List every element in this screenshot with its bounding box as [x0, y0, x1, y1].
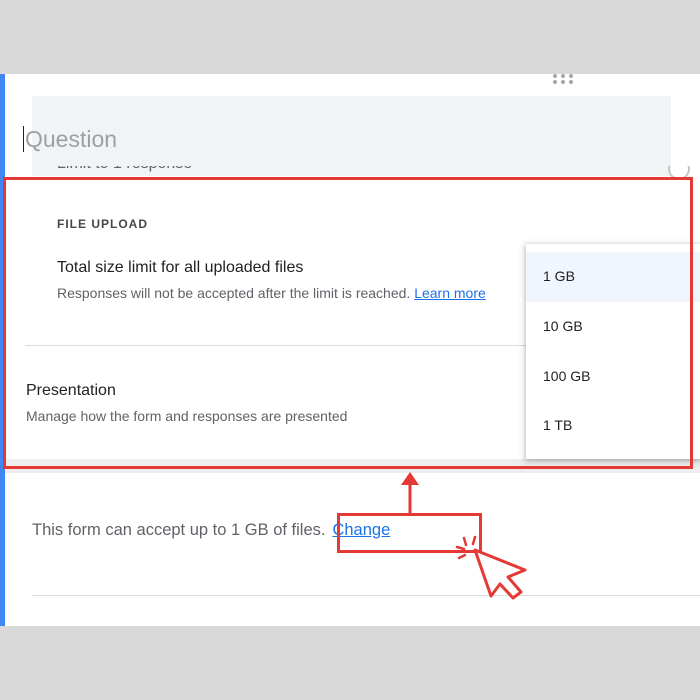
annotation-arrow-up-icon [401, 472, 419, 513]
drag-handle-icon[interactable] [553, 74, 579, 86]
question-title-field[interactable] [32, 96, 671, 176]
annotation-cursor-icon [455, 535, 527, 600]
annotation-highlight-settings [3, 177, 693, 469]
question-title-input[interactable]: Question [23, 126, 117, 152]
bottom-divider [32, 595, 700, 596]
